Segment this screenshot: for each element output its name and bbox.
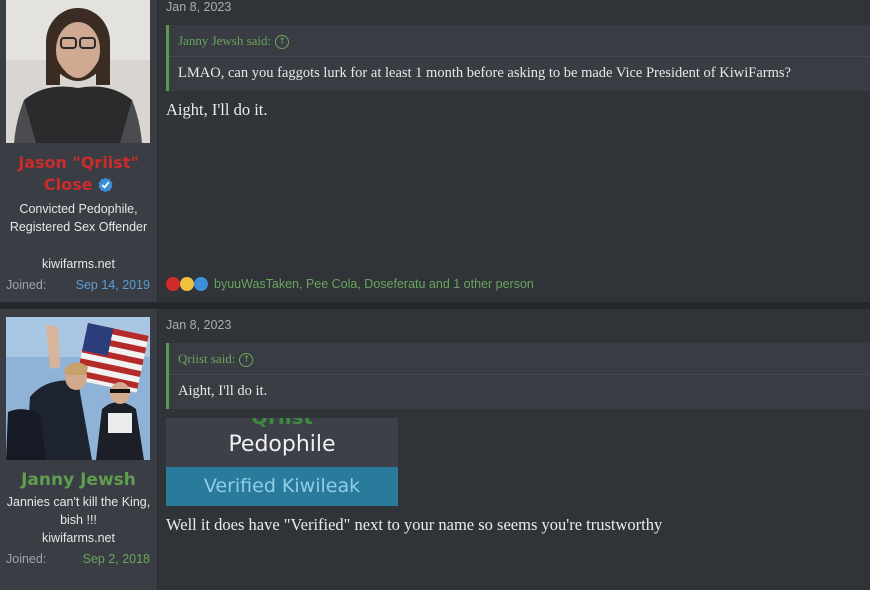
quote-text: Aight, I'll do it. xyxy=(178,383,268,399)
user-title: Jannies can't kill the King, bish !!! xyxy=(6,495,151,527)
post-date[interactable]: Jan 8, 2023 xyxy=(166,318,231,332)
post-separator xyxy=(0,302,870,309)
avatar[interactable] xyxy=(6,0,150,143)
reactions-text[interactable]: byuuWasTaken, Pee Cola, Doseferatu and 1… xyxy=(214,277,534,291)
quote-header[interactable]: Janny Jewsh said: ↑ xyxy=(178,33,290,49)
username[interactable]: Janny Jewsh xyxy=(0,469,157,491)
username-line2[interactable]: Close xyxy=(44,175,93,194)
quote-divider xyxy=(169,56,870,57)
joined-label: Joined: xyxy=(6,278,47,292)
user-sidebar: Janny Jewsh Jannies can't kill the King,… xyxy=(0,309,158,590)
quote-block: Janny Jewsh said: ↑ LMAO, can you faggots… xyxy=(166,25,870,91)
quote-block: Qriist said: ↑ Aight, I'll do it. xyxy=(166,343,870,409)
joined-label: Joined: xyxy=(6,552,47,566)
arrow-up-circle-icon[interactable]: ↑ xyxy=(275,35,290,49)
quote-author[interactable]: Janny Jewsh said: xyxy=(178,33,271,48)
embedded-image-line2: Verified Kiwileak xyxy=(203,475,361,497)
post-message: Aight, I'll do it. xyxy=(166,100,268,119)
joined-date[interactable]: Sep 2, 2018 xyxy=(83,552,150,566)
username-line1[interactable]: Jason "Qriist" xyxy=(18,153,139,172)
embedded-image-partial-name: Qriist xyxy=(166,418,398,429)
verified-badge-icon xyxy=(98,177,113,193)
heart-icon xyxy=(166,277,180,291)
embedded-image[interactable]: Qriist Pedophile Verified Kiwileak xyxy=(166,418,398,506)
avatar[interactable] xyxy=(6,317,150,460)
user-website: kiwifarms.net xyxy=(42,531,115,545)
username[interactable]: Jason "Qriist" Close xyxy=(0,152,157,196)
embedded-image-bottom: Verified Kiwileak xyxy=(166,467,398,506)
thumbs-up-icon xyxy=(194,277,208,291)
quote-divider xyxy=(169,374,870,375)
thinking-icon xyxy=(180,277,194,291)
quote-header[interactable]: Qriist said: ↑ xyxy=(178,351,254,367)
post-2: Janny Jewsh Jannies can't kill the King,… xyxy=(0,309,870,590)
user-website: kiwifarms.net xyxy=(42,257,115,271)
post-date[interactable]: Jan 8, 2023 xyxy=(166,0,231,14)
embedded-image-line1: Pedophile xyxy=(228,432,336,457)
user-sidebar: Jason "Qriist" Close Convicted Pedophile… xyxy=(0,0,158,302)
post-1: Jason "Qriist" Close Convicted Pedophile… xyxy=(0,0,870,302)
quote-author[interactable]: Qriist said: xyxy=(178,351,235,366)
post-message: Well it does have "Verified" next to you… xyxy=(166,515,663,534)
arrow-up-circle-icon[interactable]: ↑ xyxy=(239,353,254,367)
joined-date[interactable]: Sep 14, 2019 xyxy=(76,278,150,292)
quote-text: LMAO, can you faggots lurk for at least … xyxy=(178,65,791,81)
embedded-image-top: Qriist Pedophile xyxy=(166,418,398,467)
user-title: Convicted Pedophile, Registered Sex Offe… xyxy=(9,202,148,234)
